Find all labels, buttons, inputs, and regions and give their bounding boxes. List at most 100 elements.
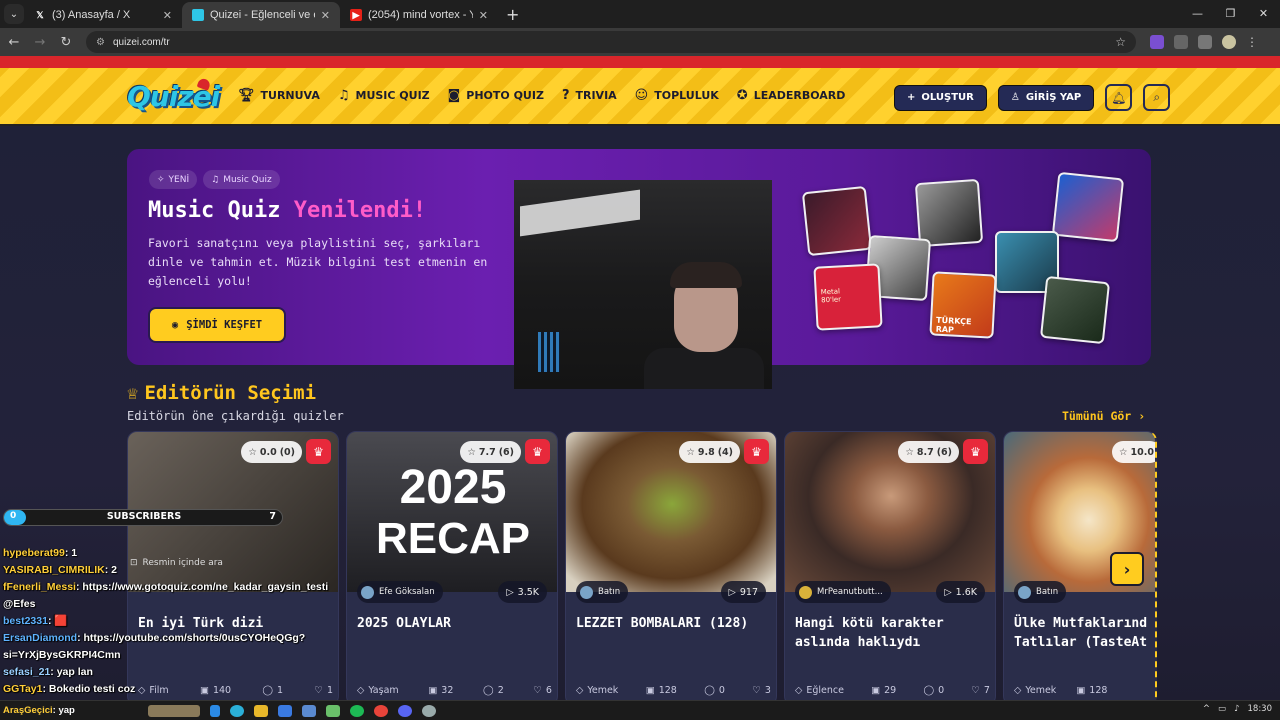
avatar [799, 585, 812, 599]
play-count-value: 3.5K [517, 586, 539, 598]
browser-tab-x[interactable]: 𝕏 (3) Anasayfa / X ✕ [24, 2, 182, 28]
rating-value: 9.8 [697, 446, 715, 458]
notifications-button[interactable]: 🔔︎ [1105, 84, 1133, 111]
chat-message: ErsanDiamond: https://youtube.com/shorts… [3, 630, 343, 647]
play-icon: ▷ [506, 586, 514, 598]
discover-now-button[interactable]: ◉ ŞİMDİ KEŞFET [148, 307, 286, 343]
browser-tab-quizei[interactable]: Quizei - Eğlenceli ve etkileşimli ✕ [182, 2, 340, 28]
quiz-card[interactable]: ☆ 8.7 (6) ♛ MrPeanutbutt... ▷ 1.6K Hangi kö… [784, 431, 996, 706]
quiz-card[interactable]: 2025 RECAP ☆ 7.7 (6) ♛ Efe Göksalan ▷ 3.5K … [346, 431, 558, 706]
new-tab-button[interactable]: + [506, 5, 519, 24]
nav-item-trivia[interactable]: ? TRIVIA [562, 88, 617, 103]
like-count: ♡ 6 [533, 685, 552, 696]
author-chip[interactable]: MrPeanutbutt... [795, 581, 891, 603]
url-text: quizei.com/tr [112, 36, 170, 48]
tag-icon: ◇ [1014, 685, 1022, 696]
avatar [361, 585, 374, 599]
clock[interactable]: 18:30 [1248, 704, 1273, 714]
windows-start-icon[interactable] [210, 704, 220, 717]
comment-count-value: 0 [938, 685, 945, 696]
author-chip[interactable]: Batın [1014, 581, 1067, 603]
camera-icon: ◙ [447, 88, 461, 103]
nav-item-photo-quiz[interactable]: ◙ PHOTO QUIZ [448, 88, 544, 103]
subscriber-goal: 7 [269, 511, 276, 522]
album-label: TÜRKÇE RAP [935, 315, 972, 335]
app-icon[interactable] [326, 704, 340, 717]
close-icon[interactable]: ✕ [163, 9, 172, 22]
bookmark-star-icon[interactable]: ☆ [1115, 35, 1126, 49]
puzzle-icon[interactable] [1174, 35, 1188, 49]
nav-label: PHOTO QUIZ [466, 89, 544, 102]
see-all-link[interactable]: Tümünü Gör › [1062, 409, 1145, 423]
menu-icon[interactable]: ⋮ [1246, 35, 1260, 49]
webcam-person [670, 262, 742, 288]
close-icon[interactable]: ✕ [479, 9, 488, 22]
chevron-right-icon: › [1123, 559, 1131, 579]
question-count-value: 32 [441, 685, 454, 696]
tab-title: Quizei - Eğlenceli ve etkileşimli [210, 9, 315, 21]
like-count: ♡ 7 [971, 685, 990, 696]
site-info-icon[interactable]: ⚙ [96, 37, 105, 48]
star-icon: ☆ [1119, 446, 1128, 458]
chat-text: : Bokedio testi coz [42, 683, 136, 695]
folder-icon[interactable] [254, 704, 268, 717]
chat-question-icon: ? [561, 88, 570, 103]
minimize-icon[interactable]: — [1181, 0, 1214, 28]
nav-label: TURNUVA [260, 89, 320, 102]
author-chip[interactable]: Efe Göksalan [357, 581, 443, 603]
medal-icon: ✪ [736, 88, 748, 103]
quiz-title: 2025 OLAYLAR [357, 616, 451, 631]
chat-text: : 🟥 [47, 615, 68, 627]
tag-icon: ◇ [795, 685, 803, 696]
chat-text: : yap [52, 705, 75, 716]
taskbar-thumbnail[interactable] [148, 704, 200, 717]
nav-item-leaderboard[interactable]: ✪ LEADERBOARD [737, 88, 846, 103]
discord-icon[interactable] [398, 704, 412, 717]
edge-icon[interactable] [230, 704, 244, 717]
close-icon[interactable]: ✕ [321, 9, 330, 22]
crown-icon: ♕ [127, 382, 139, 404]
close-window-icon[interactable]: ✕ [1247, 0, 1280, 28]
restore-icon[interactable]: ❐ [1214, 0, 1247, 28]
extension-icon[interactable] [1150, 35, 1164, 49]
album-cover-turkce-rap: TÜRKÇE RAP [929, 271, 997, 339]
forward-icon[interactable]: → [28, 35, 52, 50]
quiz-meta: ◇ Eğlence ▣ 29 ◯ 0 ♡ 7 [795, 685, 990, 696]
profile-icon[interactable] [1222, 35, 1236, 49]
nav-label: MUSIC QUIZ [355, 89, 430, 102]
nav-label: TRIVIA [575, 89, 617, 102]
badge-new: ✧ YENİ [149, 170, 198, 189]
search-button[interactable]: ⌕ [1143, 84, 1171, 111]
tab-search-button[interactable]: ⌄ [4, 4, 24, 24]
nav-item-music-quiz[interactable]: ♫ MUSIC QUIZ [338, 88, 430, 103]
spotify-icon[interactable] [350, 704, 364, 717]
login-button[interactable]: ♙ GİRİŞ YAP [997, 84, 1095, 111]
store-icon[interactable] [278, 704, 292, 717]
author-chip[interactable]: Batın [576, 581, 629, 603]
volume-icon[interactable]: ♪ [1234, 704, 1239, 714]
browser-tab-youtube[interactable]: ▶ (2054) mind vortex - YouTube ✕ [340, 2, 498, 28]
tag-icon: ◇ [357, 685, 365, 696]
nav-item-turnuva[interactable]: 🏆︎ TURNUVA [238, 88, 320, 103]
chrome-icon[interactable] [374, 704, 388, 717]
album-cover [801, 185, 873, 257]
search-icon: ⌕ [1153, 90, 1161, 104]
network-icon[interactable]: ▭ [1218, 704, 1226, 714]
create-button[interactable]: + OLUŞTUR [894, 84, 987, 111]
reload-icon[interactable]: ↻ [54, 35, 78, 50]
app-icon[interactable] [302, 704, 316, 717]
question-count: ▣ 32 [428, 685, 453, 696]
chat-message: AraşGeçici: yap [3, 705, 143, 716]
images-icon: ▣ [1076, 685, 1086, 696]
star-icon: ☆ [467, 446, 476, 458]
category: ◇ Yaşam [357, 685, 399, 696]
app-icon[interactable] [422, 704, 436, 717]
address-bar[interactable]: ⚙ quizei.com/tr ☆ [86, 31, 1136, 53]
back-icon[interactable]: ← [2, 35, 26, 50]
nav-item-topluluk[interactable]: ☺ TOPLULUK [635, 88, 719, 103]
chat-text: : 2 [104, 564, 117, 576]
quiz-card[interactable]: ☆ 9.8 (4) ♛ Batın ▷ 917 LEZZET BOMBALARI (1… [565, 431, 777, 706]
chevron-up-icon[interactable]: ^ [1203, 704, 1210, 714]
carousel-next-button[interactable]: › [1110, 552, 1144, 586]
media-icon[interactable] [1198, 35, 1212, 49]
